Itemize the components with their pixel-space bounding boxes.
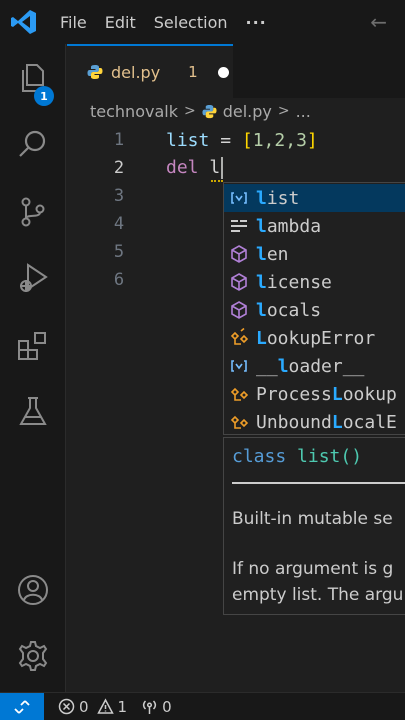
tab-label: del.py (111, 62, 161, 82)
python-file-icon (87, 65, 103, 79)
activity-accounts[interactable] (0, 562, 66, 618)
settings-gear-icon (18, 641, 48, 671)
breadcrumb: technovalk > del.py > ... (90, 98, 311, 124)
doc-text: empty list. The argu (232, 585, 404, 605)
warning-count: 1 (117, 697, 128, 716)
suggestion-item[interactable]: l ambda (224, 212, 405, 240)
method-icon (231, 245, 247, 263)
class-icon (230, 328, 249, 345)
activity-run-debug[interactable] (0, 250, 66, 306)
breadcrumb-separator-icon: > (183, 103, 196, 119)
line-number: 1 (113, 130, 125, 150)
suggestion-item[interactable]: __ l oader__ (224, 352, 405, 380)
variable-icon (231, 360, 247, 372)
signature-keyword: class (232, 446, 287, 467)
python-file-icon (202, 104, 217, 118)
suggestion-item[interactable]: l ist (224, 184, 405, 212)
token-keyword: del (166, 157, 199, 178)
code-line: 2 del l (67, 154, 405, 182)
back-arrow-icon[interactable]: ← (370, 10, 387, 34)
text-cursor (221, 157, 224, 179)
menu-more-button[interactable]: ··· (246, 13, 267, 32)
broadcast-icon (142, 700, 157, 714)
navigation-controls: ← (370, 0, 405, 44)
tab-problem-count: 1 (188, 63, 198, 81)
error-icon (58, 698, 75, 715)
breadcrumb-folder[interactable]: technovalk (90, 102, 178, 121)
token-operator: = (209, 129, 242, 151)
editor-tab-bar: del.py 1 (67, 44, 405, 98)
activity-bar: 1 (0, 44, 66, 692)
warning-icon (96, 698, 114, 714)
run-debug-icon (20, 263, 48, 292)
breadcrumb-separator-icon: > (277, 103, 290, 119)
keyword-icon (231, 220, 247, 232)
activity-source-control[interactable] (0, 184, 66, 240)
code-text: list = [1,2,3] (166, 130, 318, 151)
doc-text: If no argument is g (232, 559, 394, 579)
status-bar: 0 1 0 (0, 692, 405, 720)
token-numbers: 1,2,3 (252, 129, 307, 151)
ports-count: 0 (162, 697, 172, 716)
breadcrumb-ellipsis[interactable]: ... (296, 102, 311, 121)
vscode-logo-icon (11, 10, 36, 34)
line-number: 2 (113, 158, 125, 178)
suggestion-item[interactable]: LookupError (224, 324, 405, 352)
suggestion-item[interactable]: Unbound LocalE (224, 408, 405, 434)
search-icon (19, 130, 46, 157)
class-icon (230, 387, 249, 401)
activity-extensions[interactable] (0, 318, 66, 374)
explorer-badge: 1 (34, 86, 54, 106)
line-number: 3 (113, 186, 125, 206)
account-icon (18, 575, 48, 605)
menu-file[interactable]: File (60, 13, 87, 32)
title-bar: File Edit Selection ··· ← (0, 0, 405, 44)
doc-text: Built-in mutable se (232, 509, 393, 529)
remote-indicator[interactable] (0, 692, 44, 720)
line-number: 4 (113, 214, 125, 234)
signature-name: list() (297, 446, 363, 467)
token-bracket: [ (241, 129, 253, 151)
method-icon (231, 273, 247, 291)
activity-explorer[interactable]: 1 (0, 50, 66, 106)
suggestion-item[interactable]: Process Lookup (224, 380, 405, 408)
unsaved-dot-icon[interactable] (217, 66, 229, 78)
method-icon (231, 301, 247, 319)
error-count: 0 (79, 697, 89, 716)
problems-status[interactable]: 0 1 (58, 698, 127, 716)
suggest-widget: l ist l ambda l en l icense l ocals LookupErr… (223, 182, 405, 435)
menu-edit[interactable]: Edit (105, 13, 136, 32)
menu-selection[interactable]: Selection (154, 13, 228, 32)
ports-status[interactable]: 0 (141, 698, 172, 716)
variable-icon (231, 192, 247, 204)
token-bracket: ] (306, 129, 318, 151)
divider (232, 482, 405, 484)
class-icon (230, 415, 249, 429)
testing-icon (19, 397, 47, 425)
menu-bar: File Edit Selection ··· (60, 0, 285, 44)
token-typed: l (198, 157, 221, 178)
activity-manage[interactable] (0, 628, 66, 684)
extensions-icon (18, 332, 46, 360)
token-variable: list (166, 129, 210, 151)
line-number: 5 (113, 242, 125, 262)
tab-del-py[interactable]: del.py 1 (67, 44, 233, 98)
remote-icon (14, 699, 30, 714)
suggestion-item[interactable]: l icense (224, 268, 405, 296)
activity-search[interactable] (0, 116, 66, 172)
signature: class list() (232, 446, 362, 467)
source-control-icon (21, 197, 45, 227)
suggestion-item[interactable]: l ocals (224, 296, 405, 324)
code-text: del l (166, 157, 224, 179)
suggestion-item[interactable]: l en (224, 240, 405, 268)
breadcrumb-file[interactable]: del.py (223, 102, 272, 121)
code-line: 1 list = [1,2,3] (67, 126, 405, 154)
suggest-details-panel: class list() Built-in mutable se If no a… (223, 437, 405, 615)
activity-testing[interactable] (0, 384, 66, 440)
line-number: 6 (113, 270, 125, 290)
